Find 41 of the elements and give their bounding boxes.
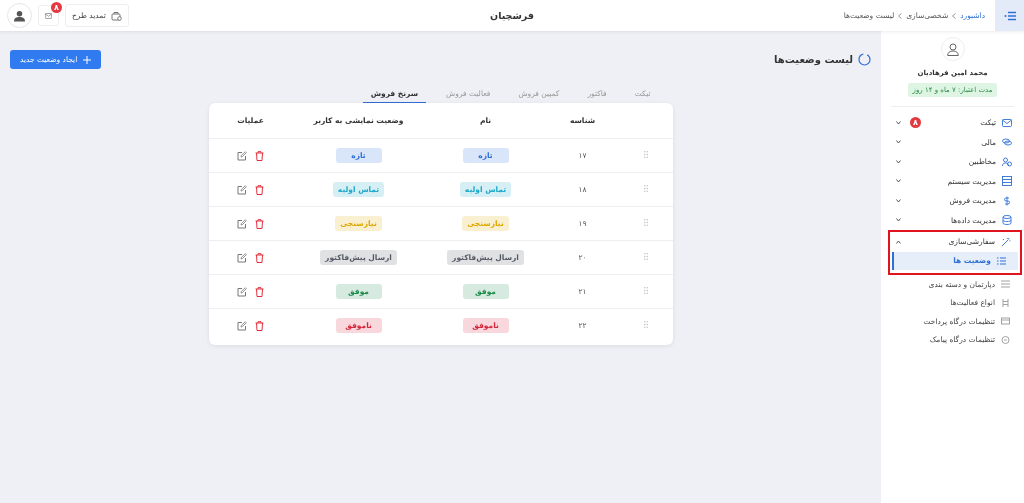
user-avatar-button[interactable] [7,3,32,28]
notification-badge: ۸ [51,2,62,13]
nav-icon [1001,236,1011,247]
drag-handle-icon[interactable] [643,185,648,192]
count-badge: ۸ [910,117,921,129]
nav-icon [1002,156,1012,167]
edit-icon[interactable] [237,218,247,229]
mail-icon [45,11,52,20]
edit-icon[interactable] [237,184,247,195]
mail-button[interactable]: ۸ [38,5,59,26]
app-title: فرشچیان [489,10,535,21]
nav-icon [1002,137,1012,148]
drag-handle-icon[interactable] [643,321,648,328]
plus-icon [83,55,92,64]
user-icon [14,9,25,22]
delete-icon[interactable] [255,286,264,297]
list-icon [997,256,1006,265]
drag-handle-icon[interactable] [643,253,648,260]
delete-icon[interactable] [255,320,264,331]
edit-icon[interactable] [237,150,247,161]
drag-handle-icon[interactable] [643,151,648,158]
edit-icon[interactable] [237,252,247,263]
delete-icon[interactable] [255,184,264,195]
edit-icon[interactable] [237,320,247,331]
briefcase-icon [110,10,122,21]
drag-handle-icon[interactable] [643,219,648,226]
delete-icon[interactable] [255,150,264,161]
chevron-icon [898,12,903,19]
delete-icon[interactable] [255,252,264,263]
menu-icon [1003,10,1016,21]
delete-icon[interactable] [255,218,264,229]
nav-icon [1002,195,1012,206]
nav-icon [1002,117,1012,128]
nav-icon [1002,215,1012,226]
nav-icon [1002,176,1012,187]
drag-handle-icon[interactable] [643,287,648,294]
chevron-icon [952,12,957,19]
loading-circle-icon [858,53,871,66]
page-title: لیست وضعیت‌ها [774,54,853,65]
menu-button[interactable] [995,0,1024,31]
edit-icon[interactable] [237,286,247,297]
